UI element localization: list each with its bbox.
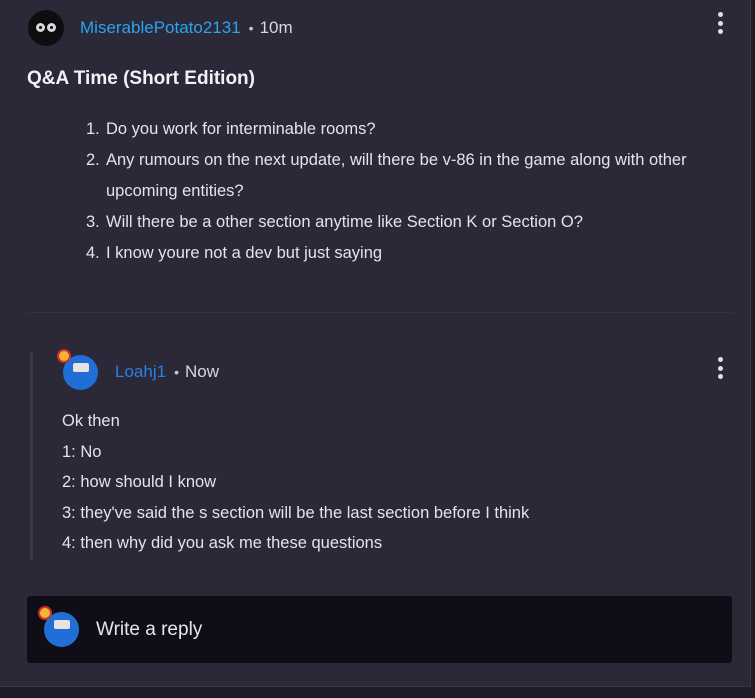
header-separator: • bbox=[248, 20, 254, 36]
reply-header: Loahj1 • Now bbox=[62, 354, 219, 390]
reply-placeholder: Write a reply bbox=[96, 618, 203, 640]
post-time: 10m bbox=[259, 18, 293, 37]
reply-thread-line[interactable] bbox=[30, 352, 33, 560]
avatar-image bbox=[54, 620, 70, 629]
list-item: 4. I know youre not a dev but just sayin… bbox=[86, 244, 383, 262]
list-item: 1. Do you work for interminable rooms? bbox=[86, 120, 376, 138]
more-vertical-icon[interactable] bbox=[717, 12, 723, 34]
op-username[interactable]: MiserablePotato2131 bbox=[80, 18, 241, 38]
reply-username[interactable]: Loahj1 bbox=[115, 362, 166, 382]
more-vertical-icon[interactable] bbox=[717, 357, 723, 379]
composer-avatar bbox=[38, 606, 79, 647]
list-item: 3. Will there be a other section anytime… bbox=[86, 213, 583, 231]
avatar-eye-left bbox=[36, 23, 45, 32]
reply-line: 3: they've said the s section will be th… bbox=[62, 503, 530, 522]
avatar-eye-right bbox=[47, 23, 56, 32]
reply-body: Ok then 1: No 2: how should I know 3: th… bbox=[62, 406, 722, 559]
post-card: MiserablePotato2131 • 10m Q&A Time (Shor… bbox=[0, 0, 751, 687]
post-header: MiserablePotato2131 • 10m bbox=[28, 10, 293, 46]
reply-line: Ok then bbox=[62, 412, 120, 430]
reply-separator: • bbox=[174, 364, 179, 380]
reply-line: 4: then why did you ask me these questio… bbox=[62, 534, 383, 553]
reply-input[interactable]: Write a reply bbox=[27, 596, 732, 663]
badge-icon bbox=[38, 606, 52, 620]
reply-line: 2: how should I know bbox=[62, 473, 217, 492]
list-item: 2. Any rumours on the next update, will … bbox=[86, 151, 687, 200]
post-title: Q&A Time (Short Edition) bbox=[27, 68, 255, 89]
reply-line: 1: No bbox=[62, 442, 102, 461]
reply-time: Now bbox=[184, 362, 219, 381]
question-list: 1. Do you work for interminable rooms? 2… bbox=[86, 114, 726, 269]
op-avatar[interactable] bbox=[28, 10, 64, 46]
divider bbox=[28, 312, 733, 313]
